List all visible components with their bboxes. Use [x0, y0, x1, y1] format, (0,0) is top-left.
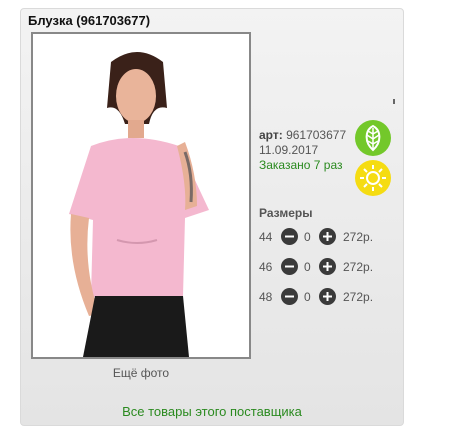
stray-mark [393, 99, 395, 104]
minus-button[interactable] [281, 258, 298, 275]
article-line: арт: 961703677 [259, 128, 346, 142]
minus-icon [285, 295, 294, 298]
quantity-value: 0 [304, 260, 311, 274]
product-date: 11.09.2017 [259, 143, 319, 157]
product-photo[interactable] [31, 32, 251, 359]
plus-icon [323, 292, 332, 301]
ordered-count: Заказано 7 раз [259, 158, 343, 172]
all-supplier-products-link[interactable]: Все товары этого поставщика [20, 404, 404, 419]
product-title: Блузка (961703677) [28, 13, 151, 28]
minus-icon [285, 235, 294, 238]
quantity-value: 0 [304, 230, 311, 244]
minus-button[interactable] [281, 228, 298, 245]
price-value: 272р. [343, 290, 374, 304]
leaf-icon [355, 120, 391, 156]
sun-icon [355, 160, 391, 196]
plus-button[interactable] [319, 288, 336, 305]
size-label: 46 [259, 260, 273, 274]
minus-button[interactable] [281, 288, 298, 305]
article-value: 961703677 [286, 128, 347, 142]
more-photos-link[interactable]: Ещё фото [31, 366, 251, 380]
size-label: 44 [259, 230, 273, 244]
plus-button[interactable] [319, 258, 336, 275]
price-value: 272р. [343, 260, 374, 274]
minus-icon [285, 265, 294, 268]
quantity-value: 0 [304, 290, 311, 304]
size-label: 48 [259, 290, 273, 304]
article-label: арт: [259, 128, 283, 142]
plus-icon [323, 232, 332, 241]
product-photo-image [33, 34, 249, 357]
plus-button[interactable] [319, 228, 336, 245]
sizes-heading: Размеры [259, 206, 313, 220]
price-value: 272р. [343, 230, 374, 244]
plus-icon [323, 262, 332, 271]
